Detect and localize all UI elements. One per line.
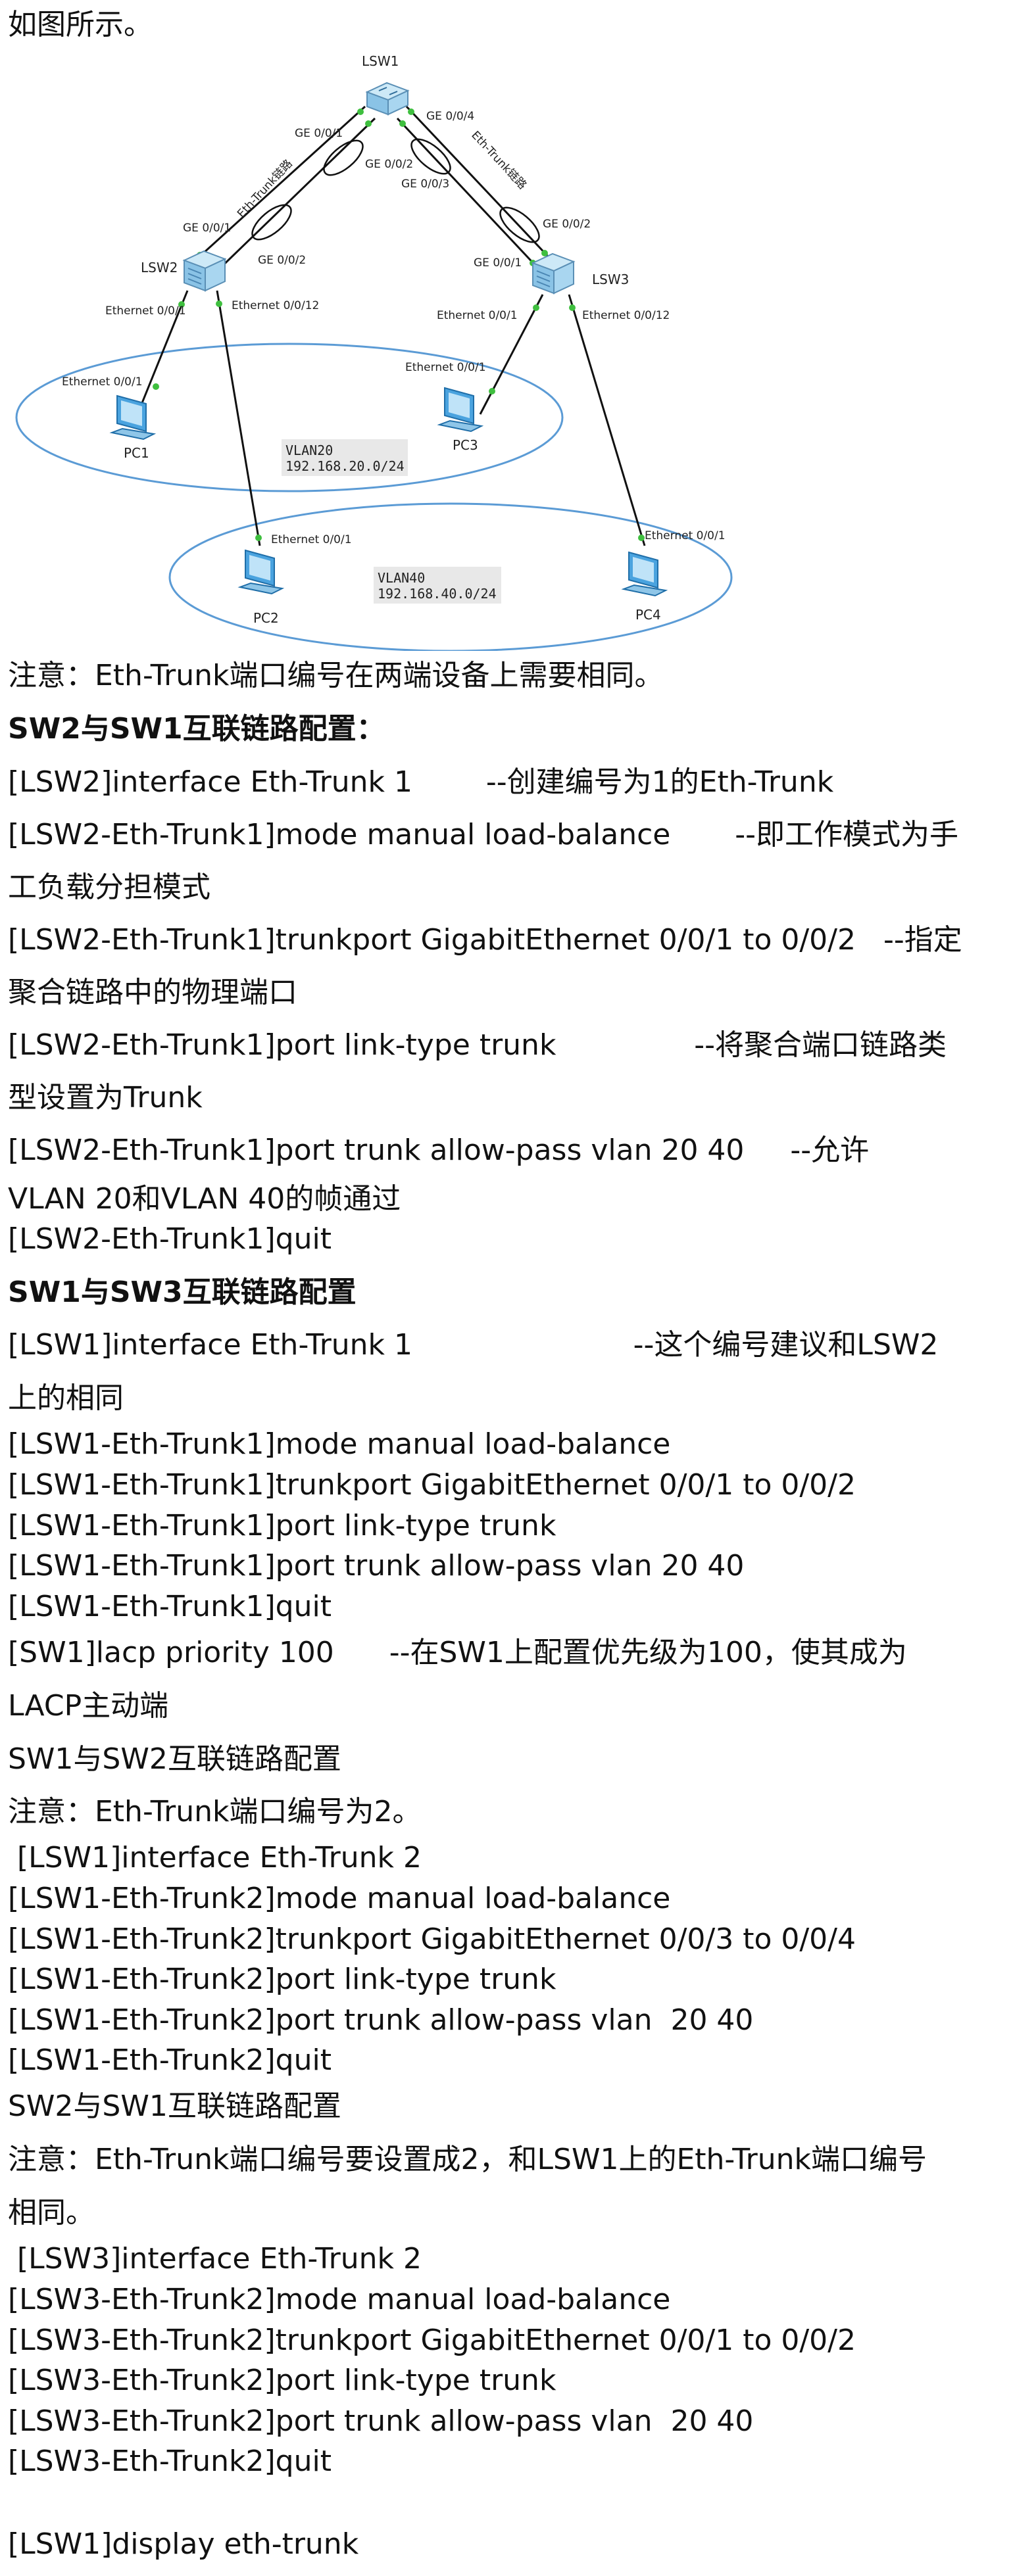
link-lsw3-pc4: [568, 294, 646, 546]
vlan40-name: VLAN40: [378, 570, 425, 586]
text-line: [LSW1-Eth-Trunk2]mode manual load-balanc…: [8, 1882, 671, 1915]
port-label-pc2-eth: Ethernet 0/0/1: [271, 533, 352, 546]
pc3-label: PC3: [453, 437, 478, 453]
text-line: [LSW1-Eth-Trunk2]port trunk allow-pass v…: [8, 2003, 754, 2037]
lsw3-label: LSW3: [592, 272, 629, 287]
text-line: 相同。: [8, 2196, 95, 2230]
text-line: 注意：Eth-Trunk端口编号在两端设备上需要相同。: [8, 659, 664, 692]
text-line: [LSW1-Eth-Trunk2]trunkport GigabitEthern…: [8, 1922, 856, 1956]
port-label-lsw3-eth001: Ethernet 0/0/1: [437, 309, 518, 322]
text-line: 聚合链路中的物理端口: [8, 976, 297, 1009]
text-line: 工负载分担模式: [8, 871, 210, 904]
pc4-label: PC4: [635, 607, 661, 623]
lsw1-label: LSW1: [362, 53, 399, 69]
port-label-lsw1-ge003: GE 0/0/3: [401, 178, 449, 191]
lsw2-label: LSW2: [141, 260, 178, 275]
port-label-lsw1-ge004: GE 0/0/4: [426, 110, 474, 123]
text-line: 上的相同: [8, 1381, 124, 1415]
port-label-lsw3-ge001: GE 0/0/1: [474, 256, 522, 270]
text-line: [LSW3-Eth-Trunk2]mode manual load-balanc…: [8, 2283, 671, 2316]
pc1-label: PC1: [124, 445, 149, 461]
port-label-lsw2-ge002: GE 0/0/2: [258, 254, 306, 267]
text-line: [LSW3]interface Eth-Trunk 2: [8, 2242, 422, 2276]
trunk-ellipse-right: [410, 138, 451, 175]
port-label-lsw2-ge001: GE 0/0/1: [183, 222, 231, 235]
pc2-label: PC2: [253, 610, 279, 626]
port-label-pc3-eth: Ethernet 0/0/1: [405, 361, 486, 374]
text-line: [LSW3-Eth-Trunk2]port link-type trunk: [8, 2364, 556, 2397]
section-heading: SW2与SW1互联链路配置：: [8, 712, 385, 746]
text-line: 型设置为Trunk: [8, 1081, 203, 1114]
port-label-lsw2-eth0012: Ethernet 0/0/12: [232, 299, 319, 312]
lsw3-switch-icon: [531, 252, 576, 295]
text-line: [LSW1-Eth-Trunk2]quit: [8, 2043, 332, 2077]
intro-text: 如图所示。: [8, 8, 153, 41]
link-lsw1-lsw3-b: [396, 117, 539, 270]
text-line: [LSW2-Eth-Trunk1]port trunk allow-pass v…: [8, 1133, 870, 1167]
lsw1-switch-icon: [365, 82, 410, 116]
network-topology-diagram: LSW1 LSW2 LSW3 PC1 PC2 PC3 PC4 GE 0/0/1 …: [15, 53, 733, 651]
text-line: [LSW1]interface Eth-Trunk 2: [8, 1841, 422, 1874]
text-line: [LSW2-Eth-Trunk1]trunkport GigabitEthern…: [8, 923, 962, 957]
text-line: [LSW1-Eth-Trunk1]mode manual load-balanc…: [8, 1427, 671, 1461]
text-line: [LSW3-Eth-Trunk2]quit: [8, 2445, 332, 2478]
pc1-computer-icon: [109, 394, 157, 441]
text-line: [SW1]lacp priority 100 --在SW1上配置优先级为100，…: [8, 1636, 907, 1669]
pc2-computer-icon: [237, 549, 285, 595]
text-line: [LSW1-Eth-Trunk1]trunkport GigabitEthern…: [8, 1468, 856, 1502]
text-line: [LSW2-Eth-Trunk1]quit: [8, 1222, 332, 1256]
port-label-lsw2-eth001: Ethernet 0/0/1: [105, 304, 186, 318]
section-heading: SW2与SW1互联链路配置: [8, 2089, 341, 2123]
text-line: [LSW1-Eth-Trunk1]port link-type trunk: [8, 1509, 556, 1542]
vlan20-network: 192.168.20.0/24: [285, 458, 405, 474]
vlan40-network: 192.168.40.0/24: [378, 586, 497, 602]
port-label-lsw1-ge001: GE 0/0/1: [295, 127, 343, 140]
port-label-lsw3-ge002: GE 0/0/2: [543, 218, 591, 231]
text-line: [LSW2-Eth-Trunk1]port link-type trunk --…: [8, 1028, 947, 1062]
port-label-pc1-eth: Ethernet 0/0/1: [62, 375, 143, 389]
text-line: [LSW3-Eth-Trunk2]trunkport GigabitEthern…: [8, 2324, 856, 2357]
lsw2-switch-icon: [182, 250, 227, 292]
port-label-lsw3-eth0012: Ethernet 0/0/12: [582, 309, 670, 322]
text-line: VLAN 20和VLAN 40的帧通过: [8, 1182, 401, 1216]
text-line: [LSW1-Eth-Trunk1]quit: [8, 1590, 332, 1623]
section-heading: SW1与SW3互联链路配置: [8, 1276, 357, 1309]
text-line: [LSW3-Eth-Trunk2]port trunk allow-pass v…: [8, 2404, 754, 2438]
link-lsw2-pc2: [216, 290, 261, 546]
section-heading: SW1与SW2互联链路配置: [8, 1742, 341, 1776]
text-line: [LSW1]display eth-trunk: [8, 2527, 359, 2561]
trunk-ellipse-right-lower: [499, 206, 540, 243]
text-line: [LSW2]interface Eth-Trunk 1 --创建编号为1的Eth…: [8, 765, 834, 799]
text-line: [LSW1]interface Eth-Trunk 1 --这个编号建议和LSW…: [8, 1328, 939, 1362]
document-page: 如图所示。 LSW1 LSW2 LSW3 PC1 PC2 PC3 PC4 GE …: [0, 0, 1013, 2576]
eth-trunk-label-left: Eth-Trunk链路: [235, 157, 295, 220]
pc4-computer-icon: [621, 551, 668, 597]
text-line: 注意：Eth-Trunk端口编号为2。: [8, 1795, 422, 1828]
text-line: [LSW2-Eth-Trunk1]mode manual load-balanc…: [8, 818, 959, 851]
text-line: [LSW1-Eth-Trunk1]port trunk allow-pass v…: [8, 1549, 745, 1583]
text-line: LACP主动端: [8, 1689, 169, 1723]
vlan20-name: VLAN20: [285, 442, 333, 458]
text-line: 注意：Eth-Trunk端口编号要设置成2，和LSW1上的Eth-Trunk端口…: [8, 2143, 927, 2176]
pc3-computer-icon: [437, 387, 484, 433]
port-label-lsw1-ge002: GE 0/0/2: [365, 158, 413, 171]
port-label-pc4-eth: Ethernet 0/0/1: [645, 529, 726, 542]
text-line: [LSW1-Eth-Trunk2]port link-type trunk: [8, 1963, 556, 1996]
